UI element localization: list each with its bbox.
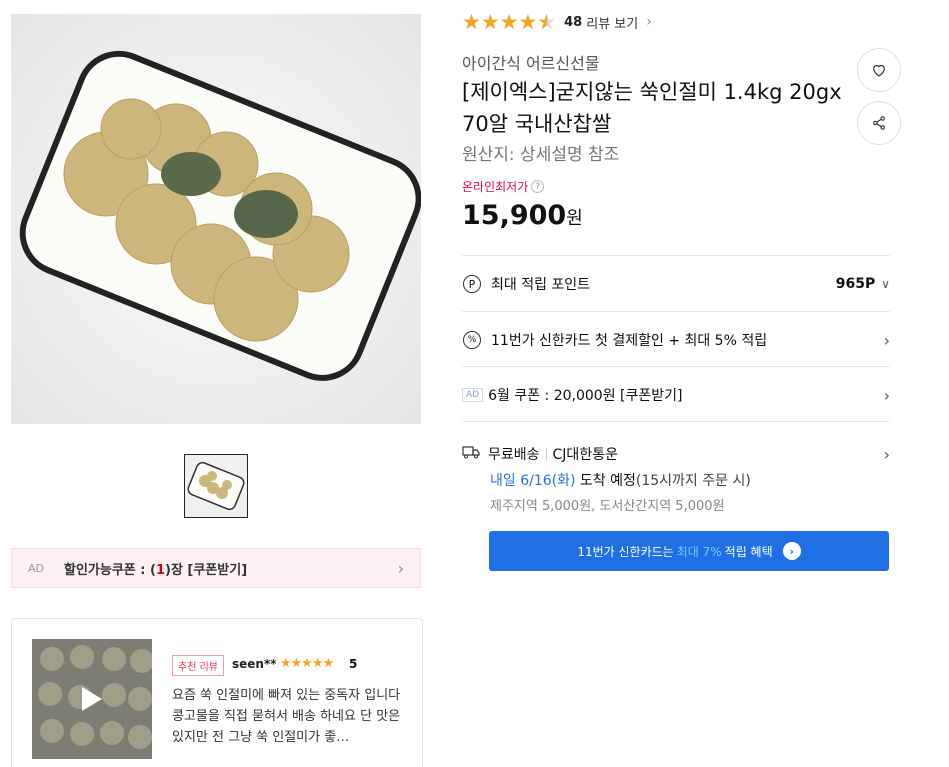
- share-button[interactable]: [857, 101, 901, 145]
- product-main-image[interactable]: [11, 14, 421, 424]
- june-coupon-row[interactable]: AD 6월 쿠폰 : 20,000원 [쿠폰받기] ›: [462, 385, 890, 405]
- arrival-date: 내일 6/16(화): [490, 473, 576, 489]
- arrival-note: (15시까지 주문 시): [635, 473, 751, 489]
- extra-shipping-fees: 제주지역 5,000원, 도서산간지역 5,000원: [490, 499, 725, 514]
- review-video-thumbnail[interactable]: [32, 639, 152, 759]
- arrow-right-icon: ›: [782, 542, 801, 560]
- chevron-right-icon: ›: [883, 444, 890, 464]
- shipping-label: 무료배송: [488, 447, 540, 463]
- chevron-down-icon: ∨: [881, 277, 890, 291]
- divider: [462, 366, 890, 367]
- divider: [462, 255, 890, 256]
- point-icon: P: [463, 275, 481, 293]
- chevron-right-icon: ›: [646, 14, 652, 30]
- product-thumbnail[interactable]: [184, 454, 248, 518]
- june-coupon-text: 6월 쿠폰 : 20,000원 [쿠폰받기]: [488, 388, 683, 404]
- chevron-right-icon: ›: [883, 385, 890, 405]
- review-card[interactable]: 추천 리뷰 seen** ★★★★★ 5 요즘 쑥 인절미에 빠져 있는 중독자…: [11, 618, 423, 767]
- arrival-text: 도착 예정: [579, 473, 636, 489]
- recommended-badge: 추천 리뷰: [172, 655, 224, 676]
- play-icon: [82, 687, 102, 711]
- product-title: [제이엑스]굳지않는 쑥인절미 1.4kg 20gx70알 국내산찹쌀: [462, 80, 842, 136]
- review-score: 5: [349, 657, 358, 671]
- divider: [462, 421, 890, 422]
- shipping-row[interactable]: 무료배송 CJ대한통운 ›: [462, 444, 890, 464]
- review-stars: ★★★★★: [280, 656, 334, 671]
- banner-suffix: 적립 혜택: [724, 544, 773, 559]
- points-label: 최대 적립 포인트: [491, 277, 591, 293]
- heart-icon: [873, 64, 885, 77]
- rating-stars-fill: ★★★★★: [462, 10, 547, 34]
- truck-icon: [462, 445, 480, 463]
- product-price: 15,900원: [462, 200, 583, 231]
- card-discount-row[interactable]: % 11번가 신한카드 첫 결제할인 + 최대 5% 적립 ›: [462, 330, 890, 350]
- review-count: 48: [564, 14, 583, 30]
- divider: [462, 311, 890, 312]
- discount-coupon-bar[interactable]: AD 할인가능쿠폰 : (1)장 [쿠폰받기] ›: [11, 548, 421, 588]
- arrival-info: 내일 6/16(화) 도착 예정(15시까지 주문 시): [490, 470, 751, 490]
- rating-row[interactable]: ★★★★★★★★★★ 48 리뷰 보기 ›: [462, 10, 652, 34]
- percent-icon: %: [463, 331, 481, 349]
- banner-prefix: 11번가 신한카드는: [577, 544, 674, 559]
- points-row[interactable]: P 최대 적립 포인트 965P ∨: [462, 274, 890, 294]
- question-icon[interactable]: ?: [531, 180, 545, 193]
- coupon-count: 1: [155, 562, 165, 578]
- share-icon: [873, 116, 885, 130]
- separator: [545, 448, 547, 460]
- reviewer-name: seen**: [232, 657, 277, 671]
- lowest-price-label: 온라인최저가 ?: [462, 178, 545, 195]
- wishlist-button[interactable]: [857, 48, 901, 92]
- chevron-right-icon: ›: [397, 558, 404, 578]
- seller-name[interactable]: 아이간식 어르신선물: [462, 50, 600, 74]
- coupon-text: 할인가능쿠폰 : (1)장 [쿠폰받기]: [64, 562, 248, 578]
- ad-label: AD: [28, 561, 44, 575]
- card-discount-text: 11번가 신한카드 첫 결제할인 + 최대 5% 적립: [491, 333, 768, 349]
- review-link[interactable]: 리뷰 보기: [586, 13, 638, 32]
- chevron-right-icon: ›: [883, 330, 890, 350]
- ad-tag: AD: [462, 388, 484, 402]
- banner-highlight: 최대 7%: [676, 544, 722, 559]
- price-unit: 원: [566, 208, 583, 229]
- points-value: 965P: [835, 276, 876, 292]
- shinhan-card-banner-button[interactable]: 11번가 신한카드는 최대 7% 적립 혜택 ›: [489, 531, 889, 571]
- rating-stars: ★★★★★★★★★★: [462, 10, 557, 34]
- review-text: 요즘 쑥 인절미에 빠져 있는 중독자 입니다 콩고물을 직접 묻혀서 배송 하…: [172, 688, 401, 745]
- carrier-name: CJ대한통운: [552, 447, 618, 463]
- product-origin: 원산지: 상세설명 참조: [462, 145, 620, 165]
